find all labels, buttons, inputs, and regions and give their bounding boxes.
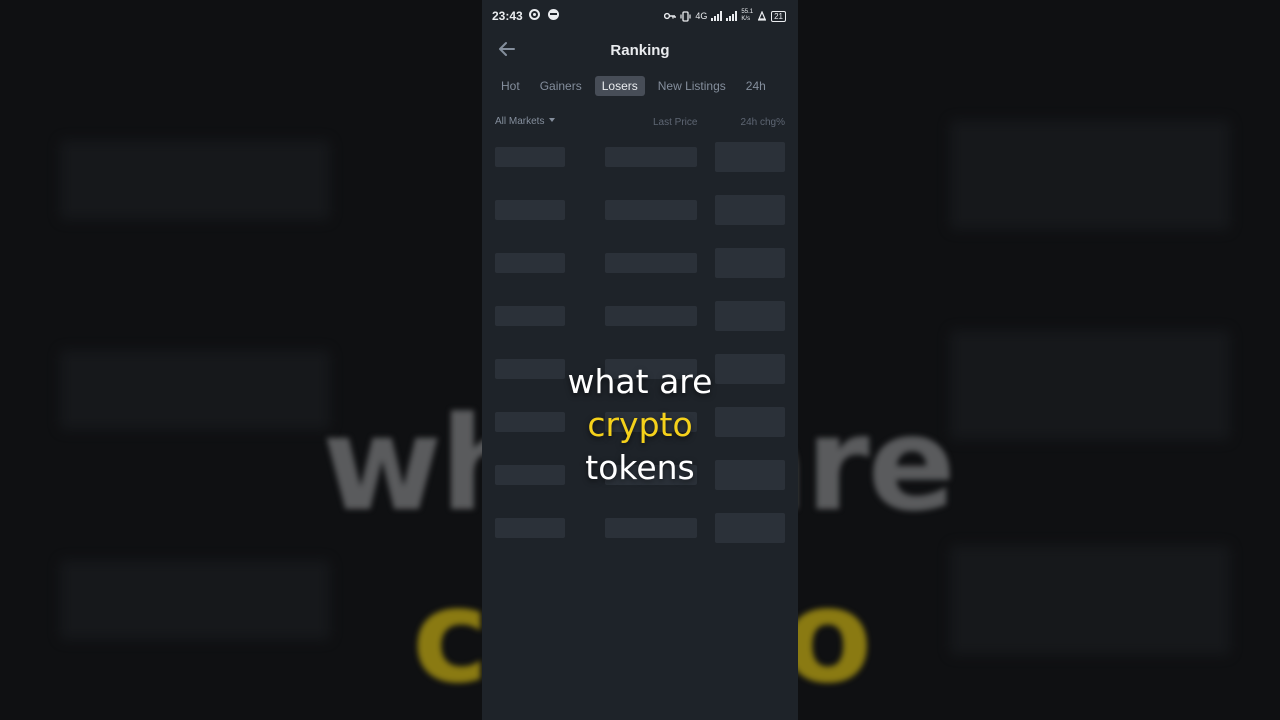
skeleton-change	[715, 301, 785, 331]
bg-blur-card	[950, 545, 1230, 655]
caption-line-1: what are	[567, 362, 713, 401]
signal-icon	[711, 11, 723, 21]
status-icons: 4G 55.1 K/s 21	[664, 9, 786, 23]
status-bar: 23:43 4G 55.1 K/s 21	[482, 0, 798, 32]
bg-blur-card	[950, 120, 1230, 230]
skeleton-price	[605, 518, 697, 538]
data-speed-value: 55.1	[741, 9, 754, 15]
skeleton-change	[715, 513, 785, 543]
caption-line-3: tokens	[585, 448, 695, 487]
app-header: Ranking	[482, 32, 798, 70]
skeleton-change	[715, 195, 785, 225]
skeleton-change	[715, 142, 785, 172]
data-speed: 55.1 K/s	[741, 9, 753, 23]
column-24h-change[interactable]: 24h chg%	[741, 117, 785, 128]
bg-blur-card	[60, 140, 330, 220]
data-speed-unit: K/s	[741, 16, 751, 22]
vibrate-icon	[680, 10, 691, 22]
skeleton-price	[605, 147, 697, 167]
tab-24h[interactable]: 24h	[739, 76, 773, 96]
loading-list	[495, 142, 785, 566]
tab-gainers[interactable]: Gainers	[533, 76, 589, 96]
skeleton-price	[605, 306, 697, 326]
skeleton-name	[495, 253, 565, 273]
market-filter-dropdown[interactable]: All Markets	[495, 116, 556, 127]
skeleton-price	[605, 253, 697, 273]
ranking-tabs: Hot Gainers Losers New Listings 24h	[494, 76, 798, 98]
screen-record-icon	[529, 9, 540, 20]
list-header: All Markets Last Price 24h chg%	[495, 116, 785, 132]
market-filter-label: All Markets	[495, 116, 545, 127]
skeleton-row	[495, 195, 785, 248]
tab-hot[interactable]: Hot	[494, 76, 527, 96]
alarm-icon	[758, 11, 767, 21]
skeleton-row	[495, 142, 785, 195]
skeleton-price	[605, 200, 697, 220]
column-last-price[interactable]: Last Price	[653, 117, 697, 128]
key-icon	[664, 12, 677, 20]
bg-blur-card	[60, 560, 330, 640]
caret-down-icon	[549, 118, 556, 122]
skeleton-change	[715, 248, 785, 278]
battery-icon: 21	[771, 10, 786, 22]
skeleton-name	[495, 200, 565, 220]
tab-losers[interactable]: Losers	[594, 76, 645, 96]
video-caption: what are crypto tokens	[0, 360, 1280, 489]
signal-icon-2	[726, 11, 738, 21]
skeleton-row	[495, 248, 785, 301]
status-time: 23:43	[492, 9, 523, 23]
caption-line-2-highlight: crypto	[587, 405, 693, 444]
skeleton-name	[495, 518, 565, 538]
skeleton-row	[495, 301, 785, 354]
tab-new-listings[interactable]: New Listings	[651, 76, 733, 96]
page-title: Ranking	[610, 42, 670, 59]
network-type: 4G	[695, 11, 708, 21]
messenger-icon	[548, 9, 559, 20]
skeleton-name	[495, 306, 565, 326]
skeleton-name	[495, 147, 565, 167]
skeleton-row	[495, 513, 785, 566]
